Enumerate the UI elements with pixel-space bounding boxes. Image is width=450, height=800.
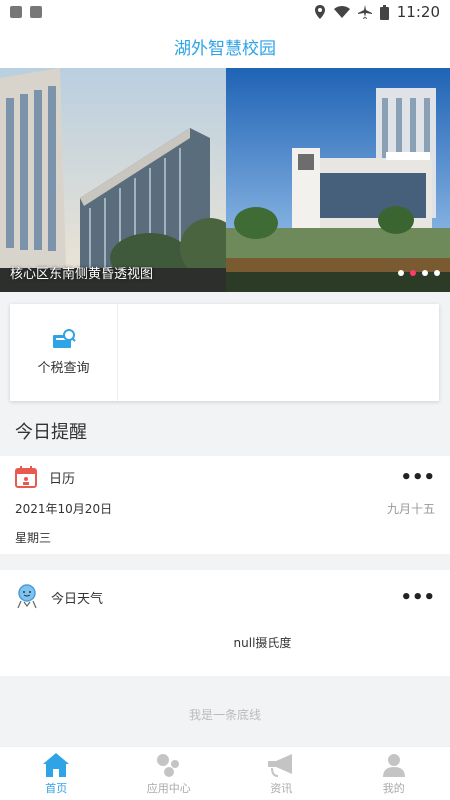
calendar-lunar-date: 九月十五 xyxy=(386,502,435,516)
status-bar: 11:20 xyxy=(0,0,450,24)
banner-image-library xyxy=(226,68,450,292)
banner-carousel[interactable]: 核心区东南侧黄昏透视图 xyxy=(0,68,450,292)
notification-icon xyxy=(10,6,22,18)
weather-icon xyxy=(17,584,37,609)
section-title: 今日提醒 xyxy=(15,422,87,443)
banner-caption: 核心区东南侧黄昏透视图 xyxy=(10,267,154,282)
carousel-dot-active[interactable] xyxy=(410,270,416,276)
carousel-dot[interactable] xyxy=(398,270,404,276)
app-bar: 湖外智慧校园 xyxy=(0,24,450,68)
tab-mine-label: 我的 xyxy=(382,781,405,795)
tab-apps[interactable]: 应用中心 xyxy=(113,747,226,800)
tab-news[interactable]: 资讯 xyxy=(225,747,338,800)
weather-title: 今日天气 xyxy=(51,591,104,607)
home-icon xyxy=(43,752,70,777)
wifi-icon xyxy=(333,6,350,18)
user-icon xyxy=(382,753,405,777)
tab-home[interactable]: 首页 xyxy=(0,747,113,800)
apps-icon xyxy=(156,753,179,777)
bottom-tab-bar: 首页 应用中心 资讯 我的 xyxy=(0,746,450,800)
tax-query-entry[interactable]: 个税查询 xyxy=(10,304,118,401)
quick-entry-card: 个税查询 xyxy=(10,304,439,401)
calendar-more-button[interactable]: ••• xyxy=(400,467,435,488)
banner-image-campus xyxy=(0,68,226,292)
bottom-line-text: 我是一条底线 xyxy=(188,708,261,722)
tax-icon xyxy=(52,329,76,348)
tax-query-label: 个税查询 xyxy=(37,361,90,376)
tab-home-label: 首页 xyxy=(45,781,68,795)
calendar-weekday: 星期三 xyxy=(15,531,52,545)
page-title: 湖外智慧校园 xyxy=(174,38,276,59)
airplane-icon xyxy=(357,5,372,19)
carousel-indicator xyxy=(398,270,440,276)
app-notification-icon xyxy=(30,6,42,18)
status-time: 11:20 xyxy=(396,3,440,21)
calendar-date: 2021年10月20日 xyxy=(15,502,113,516)
calendar-title: 日历 xyxy=(49,471,76,487)
tab-mine[interactable]: 我的 xyxy=(338,747,450,800)
tab-news-label: 资讯 xyxy=(270,781,293,795)
calendar-card[interactable]: 日历 ••• 2021年10月20日 九月十五 星期三 xyxy=(0,456,450,554)
location-icon xyxy=(314,5,325,19)
battery-icon xyxy=(379,4,389,20)
carousel-dot[interactable] xyxy=(434,270,440,276)
tab-apps-label: 应用中心 xyxy=(146,781,191,795)
weather-more-button[interactable]: ••• xyxy=(400,587,435,608)
megaphone-icon xyxy=(268,753,293,777)
carousel-dot[interactable] xyxy=(422,270,428,276)
calendar-icon xyxy=(15,466,37,488)
weather-temperature: null摄氏度 xyxy=(233,636,292,650)
weather-card[interactable]: 今日天气 ••• null摄氏度 xyxy=(0,570,450,676)
